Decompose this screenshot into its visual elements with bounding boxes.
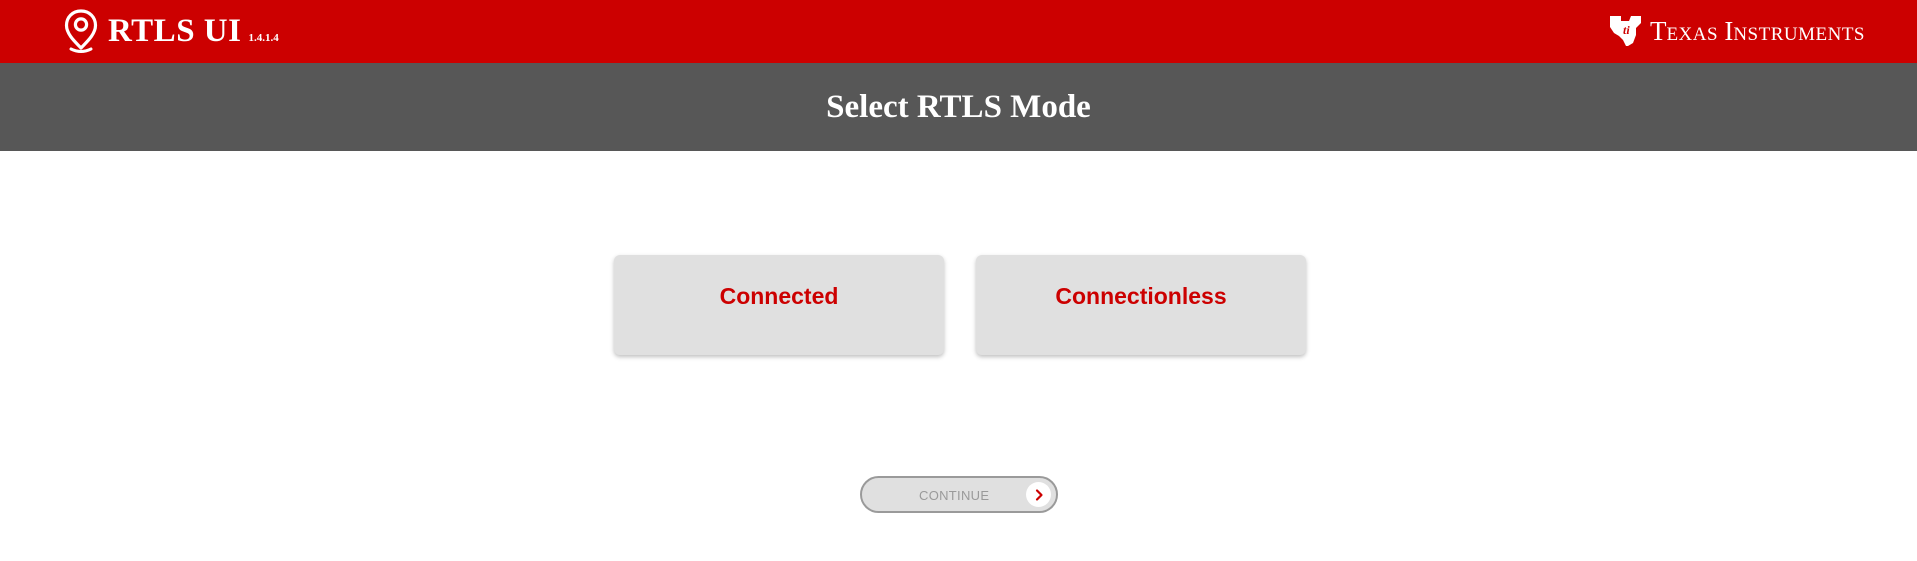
texas-instruments-logo-icon: ti [1609,16,1641,46]
vendor-wordmark: TEXAS INSTRUMENTS [1649,15,1865,46]
top-bar: RTLS UI 1.4.1.4 ti TEXAS INSTRUMENTS [0,0,1917,63]
app-brand: RTLS UI 1.4.1.4 [62,8,279,54]
app-title: RTLS UI [108,12,242,49]
mode-card-connected[interactable]: Connected [614,255,944,355]
chevron-right-icon [1026,482,1051,507]
mode-card-label: Connected [719,283,839,309]
app-version: 1.4.1.4 [248,32,279,44]
mode-card-connectionless[interactable]: Connectionless [976,255,1306,355]
location-pin-icon [64,9,98,53]
continue-button-label: CONTINUE [919,488,990,503]
page-header: Select RTLS Mode [0,63,1917,151]
texas-instruments-logo: ti TEXAS INSTRUMENTS [1607,12,1865,50]
page-title: Select RTLS Mode [826,88,1091,125]
mode-card-label: Connectionless [1055,283,1227,309]
continue-button[interactable]: CONTINUE [860,476,1058,513]
svg-text:ti: ti [1623,23,1630,37]
